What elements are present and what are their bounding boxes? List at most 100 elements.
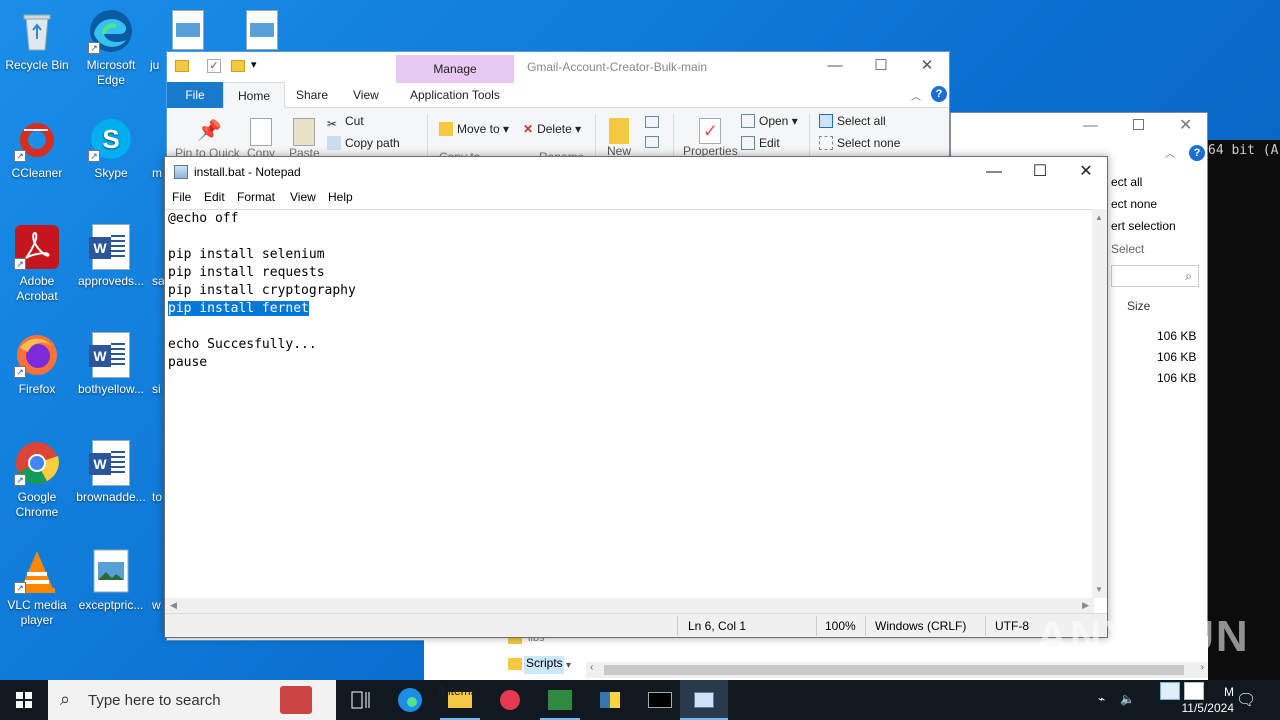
minimize-icon[interactable]: — bbox=[971, 157, 1017, 187]
close-icon[interactable]: ✕ bbox=[904, 52, 950, 82]
taskbar-app-red[interactable] bbox=[486, 680, 534, 720]
desktop-icon-skype[interactable]: S ↗ Skype bbox=[74, 116, 148, 181]
desktop-icon-microsoft-edge[interactable]: ↗ Microsoft Edge bbox=[74, 8, 148, 88]
taskbar-notepad[interactable] bbox=[680, 680, 728, 720]
maximize-icon[interactable]: ☐ bbox=[858, 52, 904, 82]
task-view-button[interactable] bbox=[336, 680, 384, 720]
nav-folder-item-scripts[interactable]: Scripts bbox=[524, 656, 564, 674]
notification-icon[interactable]: 🗨 bbox=[1236, 690, 1256, 710]
desktop-icon-approveds[interactable]: W approveds... bbox=[74, 224, 148, 289]
horizontal-scrollbar[interactable]: ◀ ▶ bbox=[165, 598, 1094, 613]
desktop-icon-exceptpric[interactable]: exceptpric... bbox=[74, 548, 148, 613]
editor-line[interactable]: pause bbox=[168, 354, 1094, 372]
copy-button[interactable]: Copy bbox=[247, 118, 275, 160]
editor-line[interactable]: pip install cryptography bbox=[168, 282, 1094, 300]
maximize-icon[interactable] bbox=[1133, 119, 1144, 130]
editor-line[interactable]: @echo off bbox=[168, 210, 1094, 228]
menu-edit[interactable]: Edit bbox=[204, 190, 225, 204]
scroll-down-icon[interactable]: ▼ bbox=[1095, 585, 1103, 594]
scroll-left-icon[interactable]: ◀ bbox=[170, 600, 177, 611]
vertical-scrollbar[interactable]: ▲ ▼ bbox=[1092, 209, 1107, 598]
properties-button[interactable]: ✓ Properties bbox=[683, 118, 738, 158]
copy-path-button[interactable]: Copy path bbox=[327, 136, 400, 150]
pin-to-quick-access-button[interactable]: 📌 Pin to Quick bbox=[175, 118, 240, 160]
menu-file[interactable]: File bbox=[172, 190, 191, 204]
menu-view[interactable]: View bbox=[290, 190, 316, 204]
scroll-left-icon[interactable]: ‹ bbox=[590, 662, 593, 673]
editor-line[interactable]: pip install selenium bbox=[168, 246, 1094, 264]
editor-line[interactable]: pip install requests bbox=[168, 264, 1094, 282]
taskbar-python[interactable] bbox=[586, 680, 634, 720]
select-none-button[interactable]: Select none bbox=[819, 136, 900, 150]
select-all-partial[interactable]: ect all bbox=[1111, 175, 1142, 189]
move-to-button[interactable]: Move to ▾ bbox=[439, 122, 509, 136]
details-view-icon[interactable] bbox=[1160, 682, 1180, 700]
editor-line[interactable] bbox=[168, 318, 1094, 336]
text-editor[interactable]: @echo off pip install selenium pip install… bbox=[165, 209, 1094, 598]
tab-view[interactable]: View bbox=[339, 82, 393, 108]
scroll-thumb[interactable] bbox=[604, 665, 1184, 675]
start-button[interactable] bbox=[0, 680, 48, 720]
tab-manage[interactable]: Manage bbox=[396, 55, 514, 83]
maximize-icon[interactable]: ☐ bbox=[1017, 157, 1063, 187]
horizontal-scrollbar[interactable]: ‹ › bbox=[586, 662, 1208, 678]
volume-icon[interactable]: 🔈 bbox=[1120, 692, 1135, 706]
scroll-right-icon[interactable]: › bbox=[1201, 662, 1204, 673]
menu-help[interactable]: Help bbox=[328, 190, 353, 204]
desktop-icon-brownadde[interactable]: W brownadde... bbox=[74, 440, 148, 505]
new-folder-button[interactable]: New bbox=[607, 118, 631, 158]
taskbar-edge[interactable] bbox=[386, 680, 434, 720]
new-item-button[interactable] bbox=[645, 116, 665, 156]
select-none-partial[interactable]: ect none bbox=[1111, 197, 1157, 211]
network-icon[interactable]: ⌁ bbox=[1098, 692, 1105, 706]
selected-text[interactable]: pip install fernet bbox=[168, 301, 309, 316]
minimize-icon[interactable]: — bbox=[812, 52, 858, 82]
editor-line[interactable]: pip install fernet bbox=[168, 300, 1094, 318]
scroll-up-icon[interactable]: ▲ bbox=[1095, 213, 1103, 222]
chevron-down-icon[interactable]: ▾ bbox=[566, 660, 571, 671]
taskbar-cmd[interactable] bbox=[636, 680, 684, 720]
taskbar-search-box[interactable]: ⌕ Type here to search bbox=[48, 680, 336, 720]
minimize-icon[interactable]: — bbox=[1083, 117, 1098, 134]
new-folder-icon[interactable] bbox=[231, 60, 245, 72]
quick-access-dropdown-icon[interactable]: ▾ bbox=[251, 58, 257, 71]
editor-line[interactable] bbox=[168, 228, 1094, 246]
help-icon[interactable]: ? bbox=[931, 86, 947, 102]
explorer-titlebar[interactable]: ✓ ▾ Manage Gmail-Account-Creator-Bulk-ma… bbox=[167, 52, 950, 83]
editor-line[interactable]: echo Succesfully... bbox=[168, 336, 1094, 354]
desktop-icon-ccleaner[interactable]: ↗ CCleaner bbox=[0, 116, 74, 181]
tab-home[interactable]: Home bbox=[223, 82, 286, 108]
scroll-right-icon[interactable]: ▶ bbox=[1082, 600, 1089, 611]
tab-file[interactable]: File bbox=[167, 82, 223, 108]
search-input[interactable]: ⌕ bbox=[1111, 265, 1199, 287]
select-all-button[interactable]: Select all bbox=[819, 114, 886, 128]
console-window[interactable]: 64 bit (A bbox=[1208, 140, 1280, 680]
notepad-titlebar[interactable]: install.bat - Notepad — ☐ ✕ bbox=[165, 157, 1107, 187]
tab-share[interactable]: Share bbox=[282, 82, 342, 108]
open-button[interactable]: Open ▾ bbox=[741, 114, 798, 128]
image-file-icon[interactable] bbox=[172, 10, 204, 50]
desktop-icon-recycle-bin[interactable]: Recycle Bin bbox=[0, 8, 74, 73]
edit-button[interactable]: Edit bbox=[741, 136, 780, 150]
notepad-window[interactable]: install.bat - Notepad — ☐ ✕ File Edit Fo… bbox=[164, 156, 1108, 638]
close-icon[interactable]: ✕ bbox=[1063, 157, 1109, 187]
desktop-icon-vlc[interactable]: ↗ VLC media player bbox=[0, 548, 74, 628]
paste-button[interactable]: Paste bbox=[289, 118, 320, 160]
collapse-ribbon-icon[interactable]: ︿ bbox=[911, 88, 921, 103]
desktop-icon-bothyellow[interactable]: W bothyellow... bbox=[74, 332, 148, 397]
tab-application-tools[interactable]: Application Tools bbox=[396, 82, 514, 108]
taskbar-app-green[interactable] bbox=[536, 680, 584, 720]
chevron-up-icon[interactable]: ︿ bbox=[1165, 145, 1175, 160]
properties-check-icon[interactable]: ✓ bbox=[207, 59, 221, 73]
menu-format[interactable]: Format bbox=[237, 190, 275, 204]
cut-button[interactable]: ✂ Cut bbox=[327, 114, 364, 131]
invert-selection-partial[interactable]: ert selection bbox=[1111, 219, 1176, 233]
close-icon[interactable]: ✕ bbox=[1179, 115, 1192, 135]
delete-button[interactable]: ✕ Delete ▾ bbox=[523, 122, 581, 136]
desktop-icon-google-chrome[interactable]: ↗ Google Chrome bbox=[0, 440, 74, 520]
large-icons-view-icon[interactable] bbox=[1184, 682, 1204, 700]
image-file-icon[interactable] bbox=[246, 10, 278, 50]
size-column-header[interactable]: Size bbox=[1127, 299, 1150, 313]
help-icon[interactable]: ? bbox=[1189, 145, 1205, 161]
desktop-icon-firefox[interactable]: ↗ Firefox bbox=[0, 332, 74, 397]
